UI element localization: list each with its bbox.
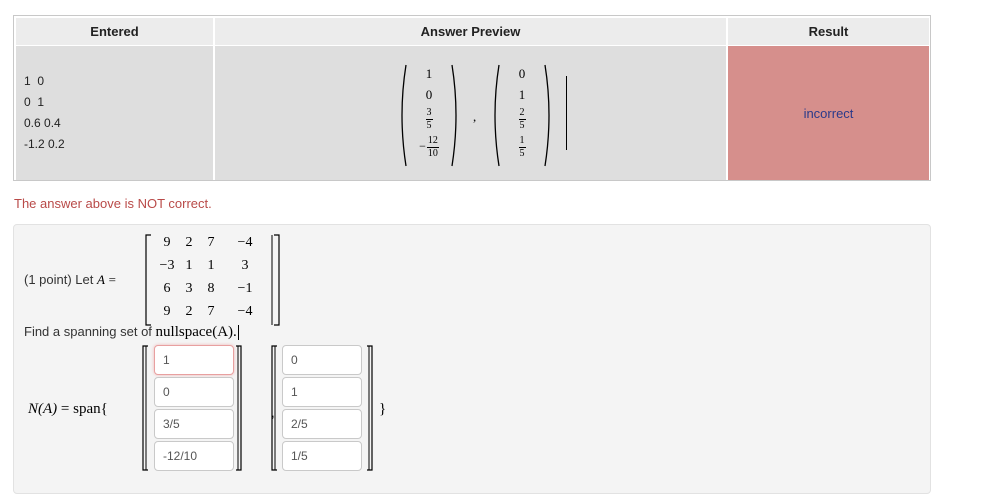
header-result: Result: [728, 18, 929, 45]
preview-entry-fraction: 15: [502, 136, 542, 159]
denominator: 10: [427, 148, 438, 159]
entered-line: -1.2 0.2: [24, 137, 65, 151]
fraction: 15: [518, 135, 526, 159]
answer-input-v1-r1[interactable]: [154, 345, 234, 375]
preview-entry: 1: [518, 87, 526, 102]
entered-answer-lines: 1 0 0 1 0.6 0.4 -1.2 0.2: [24, 71, 174, 155]
find-text: Find a spanning set of: [24, 324, 152, 339]
answer-preview: 1 0 35 −12 10 , 0 1 25 15: [215, 46, 726, 180]
result-status: incorrect: [803, 105, 854, 121]
preview-entry: 0: [518, 66, 526, 81]
equals-sign: =: [108, 272, 116, 287]
text-cursor: [566, 76, 567, 150]
fraction: 35: [425, 107, 433, 131]
find-instruction: Find a spanning set of nullspace(A).: [24, 324, 239, 341]
problem-intro: (1 point) Let A =: [24, 272, 116, 288]
matrix-A: 9 2 7 −4 −3 1 1 3 6 3 8 −1 9 2 7 −4: [145, 233, 280, 327]
answer-input-v2-r3[interactable]: [282, 409, 362, 439]
matrix-entry: 1: [207, 258, 215, 273]
matrix-entry: 3: [241, 258, 249, 273]
answer-input-v1-r4[interactable]: [154, 441, 234, 471]
numerator: 12: [427, 135, 438, 146]
preview-vector-1: 1 0 35 −12 10: [397, 64, 461, 167]
right-paren: [544, 64, 554, 167]
matrix-entry: 7: [207, 304, 215, 319]
result-cell: incorrect: [728, 46, 929, 180]
matrix-name: A: [97, 272, 105, 287]
numerator: 2: [519, 107, 525, 118]
entered-line: 0.6 0.4: [24, 116, 61, 130]
entered-cell: 1 0 0 1 0.6 0.4 -1.2 0.2: [16, 46, 213, 180]
attempt-results-table: Entered Answer Preview Result 1 0 0 1 0.…: [13, 15, 931, 181]
answer-input-v1-r3[interactable]: [154, 409, 234, 439]
answer-input-v1-r2[interactable]: [154, 377, 234, 407]
span-label: N(A) = span{: [28, 401, 108, 418]
answer-input-v2-r4[interactable]: [282, 441, 362, 471]
matrix-entry: −4: [237, 304, 253, 319]
left-paren: [490, 64, 500, 167]
preview-entry-fraction: 35: [409, 108, 449, 131]
preview-entry-fraction: 25: [502, 108, 542, 131]
text-cursor: [237, 325, 239, 341]
left-paren: [397, 64, 407, 167]
minus-sign: −: [419, 139, 426, 154]
incorrect-notice: The answer above is NOT correct.: [14, 196, 212, 211]
fraction: 12 10: [426, 135, 439, 159]
find-math: nullspace(A).: [155, 324, 237, 340]
entered-line: 1 0: [24, 74, 45, 88]
answer-input-v2-r1[interactable]: [282, 345, 362, 375]
right-paren: [451, 64, 461, 167]
numerator: 1: [519, 135, 525, 146]
preview-entry-fraction: −12 10: [409, 136, 449, 159]
span-lhs: N(A): [28, 401, 58, 417]
preview-entry: 0: [425, 87, 433, 102]
answer-input-v2-r2[interactable]: [282, 377, 362, 407]
preview-vector-2: 0 1 25 15: [490, 64, 554, 167]
span-rhs: = span{: [60, 401, 108, 417]
answer-preview-cell: 1 0 35 −12 10 , 0 1 25 15: [215, 46, 726, 180]
matrix-entry: −4: [237, 235, 253, 250]
problem-panel: (1 point) Let A = 9 2 7 −4 −3 1 1 3 6 3 8 −1 9 2 7 −4 F…: [13, 224, 931, 494]
span-close-brace: }: [379, 401, 387, 417]
header-entered: Entered: [16, 18, 213, 45]
matrix-entry: 7: [207, 235, 215, 250]
intro-text: (1 point) Let: [24, 272, 94, 287]
header-answer-preview: Answer Preview: [215, 18, 726, 45]
matrix-entry: −1: [237, 281, 253, 296]
entered-line: 0 1: [24, 95, 45, 109]
denominator: 5: [426, 120, 432, 131]
preview-entry: 1: [425, 66, 433, 81]
matrix-entry: 8: [207, 281, 215, 296]
numerator: 3: [426, 107, 432, 118]
denominator: 5: [519, 120, 525, 131]
preview-separator: ,: [473, 109, 477, 124]
fraction: 25: [518, 107, 526, 131]
denominator: 5: [519, 148, 525, 159]
